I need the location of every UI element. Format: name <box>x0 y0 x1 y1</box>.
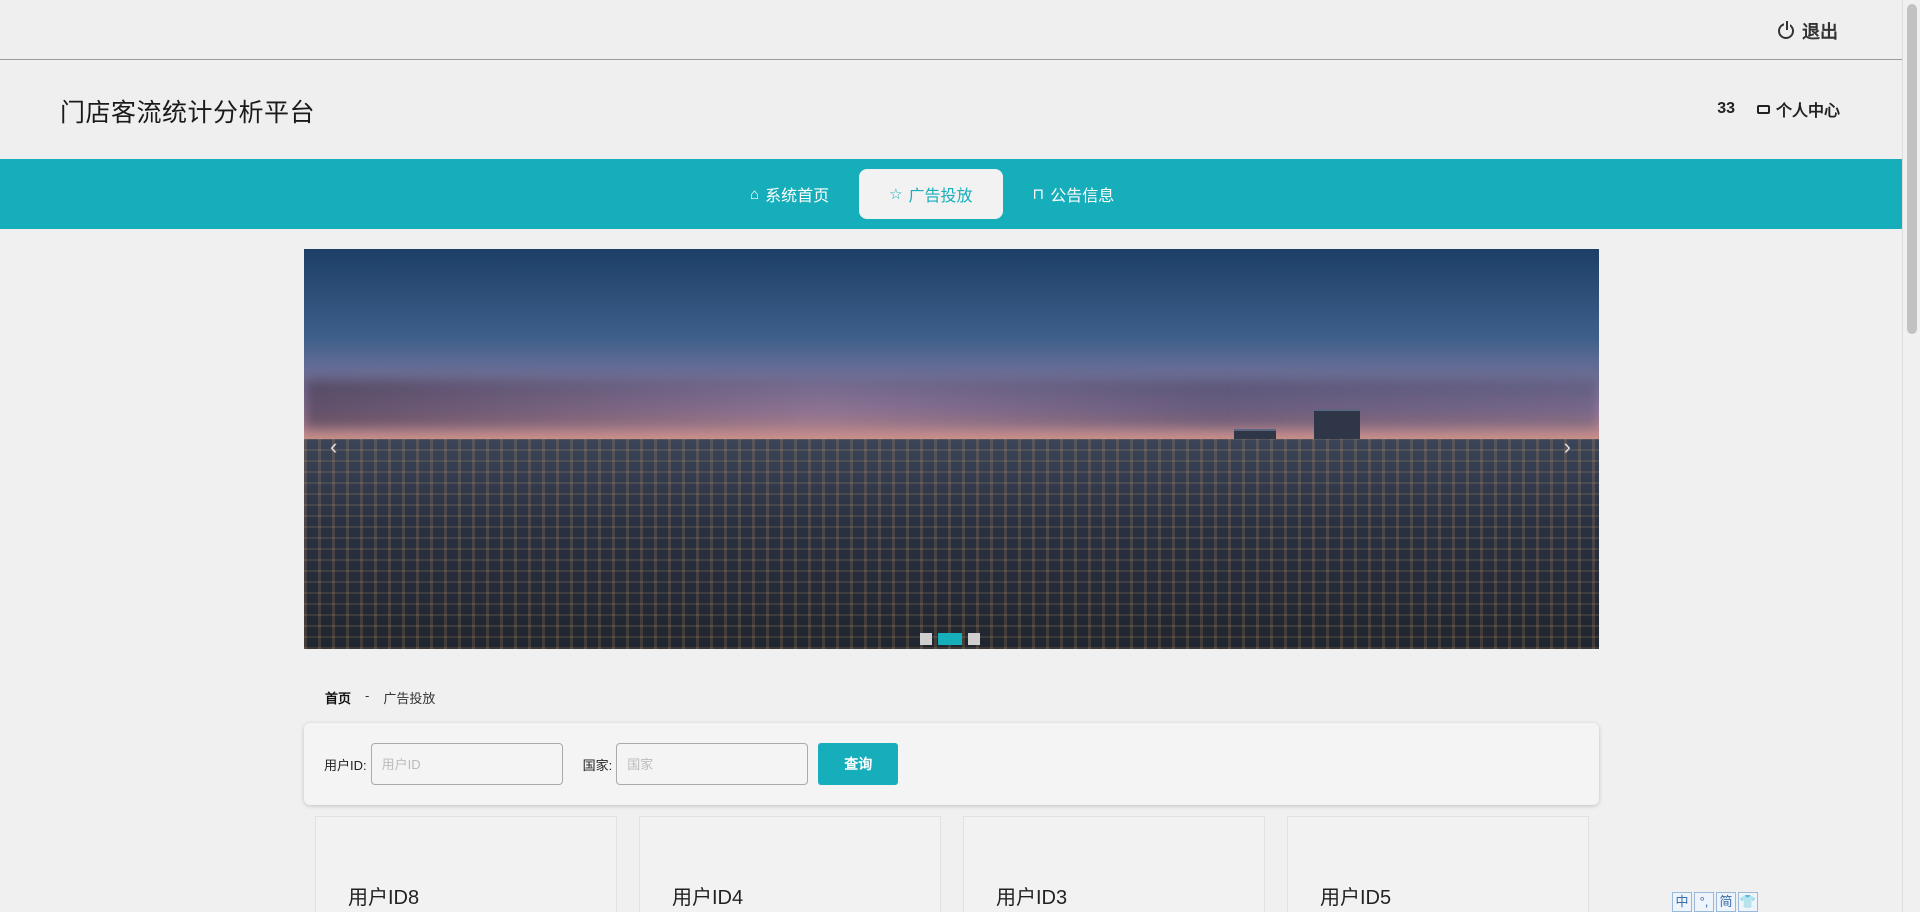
country-input[interactable] <box>616 743 809 785</box>
banner-carousel: ‹ › <box>304 249 1599 649</box>
ime-simplified-toggle[interactable]: 简 <box>1716 892 1736 912</box>
query-button[interactable]: 查询 <box>818 743 899 785</box>
carousel-dot[interactable] <box>968 633 980 645</box>
nav-item-label: 公告信息 <box>1050 188 1115 205</box>
bag-icon: ⊓ <box>1032 186 1045 203</box>
ad-card[interactable]: 用户ID3 <box>963 816 1265 912</box>
carousel-indicators <box>920 633 980 645</box>
nav-item-notices[interactable]: ⊓ 公告信息 <box>1003 169 1145 219</box>
page-scrollbar[interactable] <box>1902 0 1920 912</box>
power-icon <box>1778 21 1794 39</box>
site-header: 门店客流统计分析平台 33 个人中心 <box>0 61 1902 159</box>
breadcrumb-home[interactable]: 首页 <box>325 688 351 707</box>
carousel-next-arrow[interactable]: › <box>1564 434 1571 460</box>
user-id-display: 33 <box>1717 100 1735 117</box>
card-title: 用户ID3 <box>996 887 1068 909</box>
personal-center-link[interactable]: 个人中心 <box>1756 97 1840 121</box>
search-panel: 用户ID: 国家: 查询 <box>304 723 1599 805</box>
card-title: 用户ID5 <box>1320 887 1392 909</box>
header-user-area: 33 个人中心 <box>1717 97 1840 121</box>
breadcrumb-current: 广告投放 <box>383 691 436 706</box>
breadcrumb-separator: - <box>365 688 370 703</box>
site-title: 门店客流统计分析平台 <box>60 99 316 127</box>
truck-icon <box>1756 104 1770 114</box>
ad-card[interactable]: 用户ID5 <box>1287 816 1589 912</box>
main-navbar: ⌂ 系统首页 ☆ 广告投放 ⊓ 公告信息 <box>0 159 1902 229</box>
nav-item-label: 系统首页 <box>765 188 830 205</box>
nav-item-home[interactable]: ⌂ 系统首页 <box>720 169 859 219</box>
nav-item-ads[interactable]: ☆ 广告投放 <box>859 169 1003 219</box>
user-id-input[interactable] <box>370 743 563 785</box>
top-bar: 退出 <box>0 0 1902 60</box>
ad-card[interactable]: 用户ID4 <box>639 816 941 912</box>
ime-chinese-toggle[interactable]: 中 <box>1672 892 1692 912</box>
nav-item-label: 广告投放 <box>908 188 973 205</box>
ad-card[interactable]: 用户ID8 <box>315 816 617 912</box>
ime-skin-icon[interactable]: 👕 <box>1738 892 1758 912</box>
card-title: 用户ID4 <box>672 887 744 909</box>
banner-clouds <box>304 379 1599 429</box>
breadcrumb: 首页 - 广告投放 <box>325 688 435 707</box>
user-id-label: 用户ID: <box>324 757 367 773</box>
card-title: 用户ID8 <box>348 887 420 909</box>
carousel-dot-active[interactable] <box>938 633 962 645</box>
logout-label: 退出 <box>1802 22 1838 42</box>
star-icon: ☆ <box>889 186 903 203</box>
personal-center-label: 个人中心 <box>1775 103 1840 120</box>
ad-card-list: 用户ID8 用户ID4 用户ID3 用户ID5 <box>315 816 1589 912</box>
scrollbar-thumb[interactable] <box>1907 4 1917 334</box>
ime-toolbar: 中 °, 简 👕 <box>1672 892 1758 912</box>
carousel-prev-arrow[interactable]: ‹ <box>330 434 337 460</box>
carousel-dot[interactable] <box>920 633 932 645</box>
banner-cityscape <box>304 439 1599 649</box>
home-icon: ⌂ <box>750 185 760 203</box>
country-label: 国家: <box>582 757 613 773</box>
logout-button[interactable]: 退出 <box>1778 18 1838 44</box>
ime-punctuation-toggle[interactable]: °, <box>1694 892 1714 912</box>
